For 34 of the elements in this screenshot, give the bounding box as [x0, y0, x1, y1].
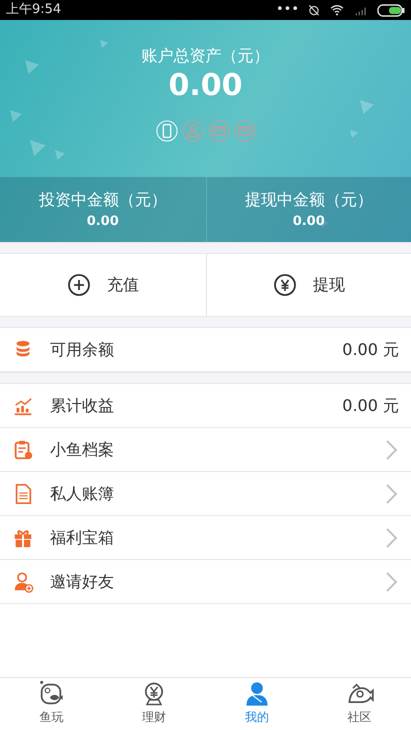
person-icon[interactable]: [182, 120, 204, 142]
add-person-icon: [12, 570, 34, 592]
menu-row[interactable]: 福利宝箱: [0, 516, 411, 560]
tab[interactable]: 社区: [308, 678, 411, 730]
status-time: 上午9:54: [6, 1, 62, 20]
clipboard-icon: [12, 438, 34, 460]
tab[interactable]: 理财: [102, 678, 206, 730]
phone-icon[interactable]: [156, 120, 178, 142]
withdrawing-value: 0.00: [292, 212, 325, 231]
add-icon: [66, 273, 91, 297]
amount-value: 0.00 元: [342, 338, 399, 360]
battery-icon: [377, 4, 405, 16]
chevron-icon: [385, 570, 399, 592]
menu-row[interactable]: 累计收益 0.00 元: [0, 384, 411, 428]
chevron-icon: [385, 526, 399, 548]
total-assets-label: 账户总资产（元）: [142, 45, 270, 67]
menu-row[interactable]: 小鱼档案: [0, 428, 411, 472]
status-dots: •••: [276, 1, 299, 20]
tab[interactable]: 鱼玩: [0, 678, 103, 730]
menu-row[interactable]: 邀请好友: [0, 560, 411, 604]
mail-icon[interactable]: [234, 120, 256, 142]
chevron-icon: [385, 482, 399, 504]
alarm-off-icon: [307, 3, 321, 17]
tab[interactable]: 我的: [206, 678, 308, 730]
chevron-icon: [385, 438, 399, 460]
total-assets-value: 0.00: [168, 68, 243, 104]
menu-row[interactable]: 私人账簿: [0, 472, 411, 516]
yuan-icon: [272, 273, 297, 297]
investing-value: 0.00: [86, 212, 119, 231]
wifi-icon: [329, 3, 345, 17]
investing-label: 投资中金额（元）: [38, 188, 167, 211]
card-icon[interactable]: [208, 120, 230, 142]
amount-value: 0.00 元: [342, 394, 399, 416]
withdrawing-label: 提现中金额（元）: [244, 188, 373, 211]
